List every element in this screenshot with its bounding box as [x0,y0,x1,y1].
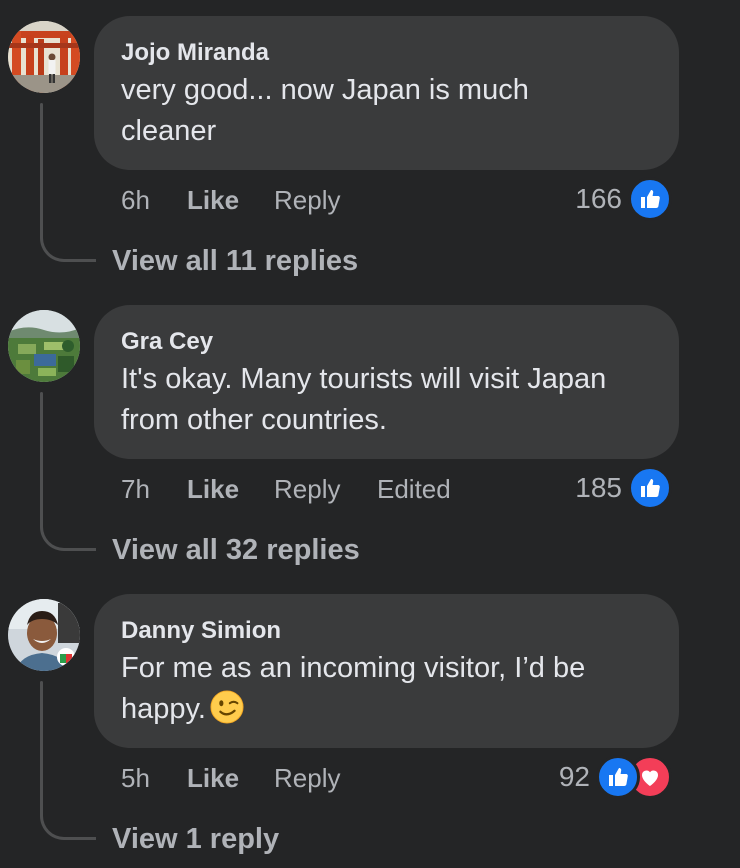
comment-author[interactable]: Jojo Miranda [121,38,651,68]
torii-gates-photo [8,21,80,93]
like-button[interactable]: Like [187,469,239,509]
comment-text: very good... now Japan is much cleaner [121,74,529,147]
avatar[interactable] [8,310,80,382]
reaction-count: 166 [575,183,622,214]
person-portrait-photo [8,599,80,671]
reply-button[interactable]: Reply [274,180,340,220]
comment: Danny Simion For me as an incoming visit… [0,578,740,868]
winking-face-emoji [210,690,244,724]
view-replies-link[interactable]: View 1 reply [112,818,279,860]
comment-text-body: For me as an incoming visitor, I’d be ha… [121,652,586,725]
comment-author[interactable]: Gra Cey [121,327,651,357]
comment-timestamp[interactable]: 6h [121,180,150,220]
view-replies-link[interactable]: View all 32 replies [112,529,360,571]
avatar[interactable] [8,21,80,93]
like-button[interactable]: Like [187,180,239,220]
reaction-summary[interactable]: 185 [575,466,672,510]
garden-landscape-photo [8,310,80,382]
comment-timestamp[interactable]: 5h [121,758,150,798]
like-reaction-icon [596,755,640,799]
like-reaction-icon [628,466,672,510]
reply-button[interactable]: Reply [274,758,340,798]
like-reaction-icon [628,177,672,221]
reaction-count: 185 [575,472,622,503]
reaction-count: 92 [558,761,590,792]
thread-connector [40,792,96,840]
comment-bubble: Gra Cey It's okay. Many tourists will vi… [94,305,679,459]
comment-bubble: Danny Simion For me as an incoming visit… [94,594,679,748]
reaction-summary[interactable]: 166 [575,177,672,221]
edited-label[interactable]: Edited [377,469,451,509]
comment: Jojo Miranda very good... now Japan is m… [0,0,740,290]
like-button[interactable]: Like [187,758,239,798]
comment-author[interactable]: Danny Simion [121,616,651,646]
reaction-summary[interactable]: 92 [559,755,672,799]
comment-text: It's okay. Many tourists will visit Japa… [121,363,607,436]
comment-bubble: Jojo Miranda very good... now Japan is m… [94,16,679,170]
reply-button[interactable]: Reply [274,469,340,509]
comment-timestamp[interactable]: 7h [121,469,150,509]
comment: Gra Cey It's okay. Many tourists will vi… [0,289,740,579]
thread-connector [40,503,96,551]
thread-connector [40,214,96,262]
view-replies-link[interactable]: View all 11 replies [112,240,358,282]
comment-text: For me as an incoming visitor, I’d be ha… [121,648,631,730]
avatar[interactable] [8,599,80,671]
